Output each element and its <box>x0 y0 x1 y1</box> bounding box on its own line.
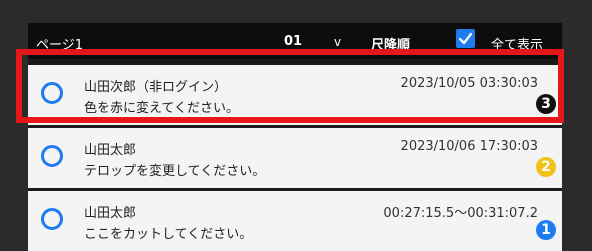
circle-icon[interactable] <box>41 145 63 167</box>
comment-message: ここをカットしてください。 <box>84 227 253 242</box>
comment-author: 山田太郎 <box>84 143 137 158</box>
comment-badge: 2 <box>536 157 556 177</box>
checkmark-icon <box>458 32 473 45</box>
comment-row[interactable]: 山田太郎 2023/10/06 17:30:03 テロップを変更してください。 … <box>28 128 562 188</box>
comment-panel: ページ1 01 v 尺降順 全て表示 山田次郎（非ログイン） 2023/10/0… <box>28 23 562 251</box>
comment-header: ページ1 01 v 尺降順 全て表示 <box>28 23 562 59</box>
page-number-select[interactable]: 01 <box>284 34 302 49</box>
show-all-label: 全て表示 <box>491 38 544 53</box>
comment-message: テロップを変更してください。 <box>84 164 266 179</box>
comment-row[interactable]: 山田太郎 00:27:15.5〜00:31:07.2 ここをカットしてください。… <box>28 191 562 251</box>
comment-row[interactable]: 山田次郎（非ログイン） 2023/10/05 03:30:03 色を赤に変えてく… <box>28 65 562 125</box>
comment-author: 山田次郎（非ログイン） <box>84 80 228 95</box>
comment-message: 色を赤に変えてください。 <box>84 101 239 116</box>
comment-author: 山田太郎 <box>84 206 137 221</box>
chevron-down-icon[interactable]: v <box>334 35 341 49</box>
comment-badge: 1 <box>536 220 556 240</box>
comment-timestamp: 2023/10/05 03:30:03 <box>400 76 538 91</box>
comment-timestamp: 2023/10/06 17:30:03 <box>400 139 538 154</box>
circle-icon[interactable] <box>41 208 63 230</box>
comment-badge: 3 <box>536 94 556 114</box>
page-label: ページ1 <box>36 38 84 53</box>
circle-icon[interactable] <box>41 82 63 104</box>
sort-toggle[interactable]: 尺降順 <box>371 34 410 53</box>
show-all-checkbox[interactable] <box>456 29 475 48</box>
comment-timestamp: 00:27:15.5〜00:31:07.2 <box>383 206 538 221</box>
